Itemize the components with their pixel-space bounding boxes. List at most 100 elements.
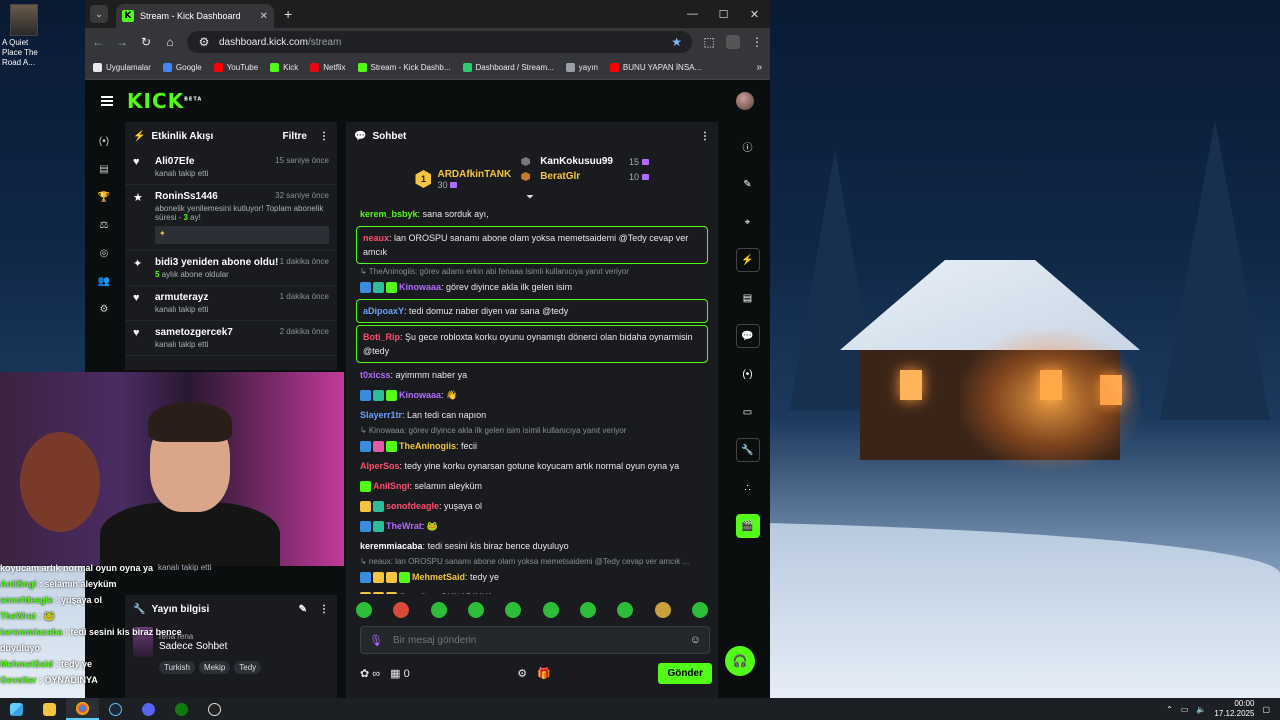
chat-message[interactable]: AlperSos: tedy yine korku oynarsan gotun… (356, 456, 708, 476)
obs-icon[interactable] (198, 698, 231, 720)
lightning-icon[interactable]: ⚡ (735, 248, 760, 272)
users-icon[interactable]: 👥 (96, 274, 112, 288)
edit-icon[interactable]: ✎ (299, 604, 307, 615)
tab-search-button[interactable]: ⌄ (90, 5, 108, 23)
mic-icon[interactable]: 🎙 (369, 634, 383, 647)
bookmark-item[interactable]: Uygulamalar (93, 63, 151, 72)
emote-icon[interactable] (617, 602, 634, 618)
emote-icon[interactable] (430, 602, 447, 618)
emote-icon[interactable] (542, 602, 559, 618)
home-icon[interactable]: ⌂ (163, 35, 177, 49)
xbox-icon[interactable] (165, 698, 198, 720)
emote-icon[interactable] (356, 602, 372, 618)
more-icon[interactable]: ⋮ (700, 131, 710, 142)
avatar[interactable] (736, 92, 754, 110)
forward-icon[interactable]: → (115, 35, 129, 49)
close-window-button[interactable]: ✕ (739, 0, 770, 28)
emote-icon[interactable] (579, 602, 596, 618)
menu-icon[interactable]: ⋮ (750, 35, 764, 49)
maximize-button[interactable]: ☐ (708, 0, 739, 28)
chat-message[interactable]: Slayerr1tr: Lan tedi can napıon (356, 405, 708, 425)
reply-context[interactable]: ↳ Kinowaaa: görev diyince akla ilk gelen… (356, 425, 708, 436)
chat-message[interactable]: keremmiacaba: tedi sesini kis biraz benc… (356, 536, 708, 556)
tag[interactable]: Tedy (234, 661, 262, 674)
notification-icon[interactable]: ▢ (1262, 705, 1270, 714)
emote-icon[interactable] (393, 602, 410, 618)
gear-icon[interactable]: ⚙ (96, 302, 112, 316)
send-button[interactable]: Gönder (658, 662, 712, 684)
chat-message[interactable]: TheWrat: 🐸 (356, 516, 708, 536)
clock[interactable]: 00:00 17.12.2025 (1214, 699, 1254, 719)
bookmark-item[interactable]: yayın (565, 63, 598, 72)
emote-icon[interactable] (505, 602, 522, 618)
collapse-icon[interactable]: ⏷ (526, 192, 534, 203)
chat-message[interactable]: AniISngi: selamın aleyküm (356, 476, 708, 496)
minimize-button[interactable]: — (677, 0, 708, 28)
chrome-icon[interactable] (66, 698, 99, 720)
bookmark-item[interactable]: YouTube (213, 63, 258, 72)
volume-icon[interactable]: 🔈 (1196, 705, 1206, 714)
file-explorer-icon[interactable] (33, 698, 66, 720)
activity-item[interactable]: ♥ armuterayz 1 dakika önce kanalı takip ett… (125, 286, 337, 321)
chat-message[interactable]: MehmetSaid: tedy ye (356, 567, 708, 587)
pen-icon[interactable]: ✎ (736, 172, 760, 196)
back-icon[interactable]: ← (91, 35, 105, 49)
browser-tab[interactable]: K Stream - Kick Dashboard ✕ (116, 4, 274, 28)
highlighted-chat-message[interactable]: Boti_Rip: Şu gece robloxta korku oyunu o… (356, 325, 708, 363)
nodes-icon[interactable]: ∴ (736, 476, 760, 500)
moderation-icon[interactable]: ⚖ (96, 218, 112, 232)
more-icon[interactable]: ⋮ (319, 604, 329, 615)
chat-bubble-icon[interactable]: 💬 (735, 324, 760, 348)
tag[interactable]: Mekip (198, 661, 231, 674)
bookmark-star-icon[interactable]: ★ (671, 35, 682, 49)
menu-icon[interactable] (101, 96, 113, 106)
emote-icon[interactable] (467, 602, 484, 618)
new-tab-button[interactable]: + (284, 6, 292, 22)
desktop-shortcut[interactable]: A Quiet Place The Road A... (2, 4, 48, 68)
chat-message-input[interactable] (392, 634, 680, 646)
emote-icon[interactable] (691, 602, 708, 618)
network-icon[interactable]: ▭ (1181, 705, 1189, 714)
info-icon[interactable]: ⓘ (736, 134, 760, 158)
reply-context[interactable]: ↳ neaux: lan OROSPU sanamı abone olam yo… (356, 556, 708, 567)
bookmark-item[interactable]: Kick (270, 63, 298, 72)
url-field[interactable]: ⚙ dashboard.kick.com/stream ★ (187, 31, 692, 53)
bookmark-item[interactable]: Stream - Kick Dashb... (357, 63, 451, 72)
kick-logo[interactable]: KICKBETA (127, 89, 202, 113)
more-icon[interactable]: ⋮ (319, 131, 329, 142)
chat-message[interactable]: Kinowaaa: 👋 (356, 385, 708, 405)
chat-input-box[interactable]: 🎙 ☺ (360, 626, 710, 654)
reload-icon[interactable]: ↻ (139, 35, 153, 49)
close-tab-icon[interactable]: ✕ (260, 11, 268, 22)
stats-icon[interactable]: ▤ (96, 162, 112, 176)
chevron-up-icon[interactable]: ⌃ (1166, 705, 1173, 714)
reply-context[interactable]: ↳ TheAninogiis: görev adamı erkin abi fe… (356, 266, 708, 277)
activity-item[interactable]: ♥ Ali07Efe 15 saniye önce kanalı takip etti (125, 150, 337, 185)
crosshair-icon[interactable]: ⌖ (736, 210, 760, 234)
trophy-icon[interactable]: 🏆 (96, 190, 112, 204)
more-bookmarks-icon[interactable]: » (756, 62, 762, 73)
bookmark-item[interactable]: Google (162, 63, 202, 72)
printer-icon[interactable]: ▭ (736, 400, 760, 424)
emoji-icon[interactable]: ☺ (690, 634, 701, 646)
extensions-icon[interactable]: ⬚ (702, 35, 716, 49)
discord-icon[interactable] (132, 698, 165, 720)
points-icon[interactable]: ✿ ∞ (360, 667, 380, 680)
bookmark-item[interactable]: Netflix (310, 63, 346, 72)
activity-item[interactable]: ★ RoninSs1446 32 saniye önce abonelik yenil… (125, 185, 337, 251)
start-button[interactable] (0, 698, 33, 720)
store-icon[interactable]: ▦ 0 (390, 667, 410, 680)
chat-message[interactable]: Gevolter: OYNADINYA (356, 587, 708, 594)
headset-support-button[interactable]: 🎧 (725, 646, 755, 676)
broadcast-icon[interactable]: (•) (736, 362, 760, 386)
gift-icon[interactable]: 🎁 (537, 667, 551, 680)
chat-message[interactable]: Kinowaaa: görev diyince akla ilk gelen i… (356, 277, 708, 297)
filter-button[interactable]: Filtre (283, 131, 307, 142)
chat-message[interactable]: t0xicss: ayimmm naber ya (356, 365, 708, 385)
chat-message[interactable]: kerem_bsbyk: sana sorduk ayı, (356, 204, 708, 224)
document-icon[interactable]: ▤ (736, 286, 760, 310)
highlighted-chat-message[interactable]: neaux: lan OROSPU sanamı abone olam yoks… (356, 226, 708, 264)
site-info-icon[interactable]: ⚙ (197, 35, 211, 49)
profile-icon[interactable] (726, 35, 740, 49)
chat-message[interactable]: sonofdeagle: yuşaya ol (356, 496, 708, 516)
